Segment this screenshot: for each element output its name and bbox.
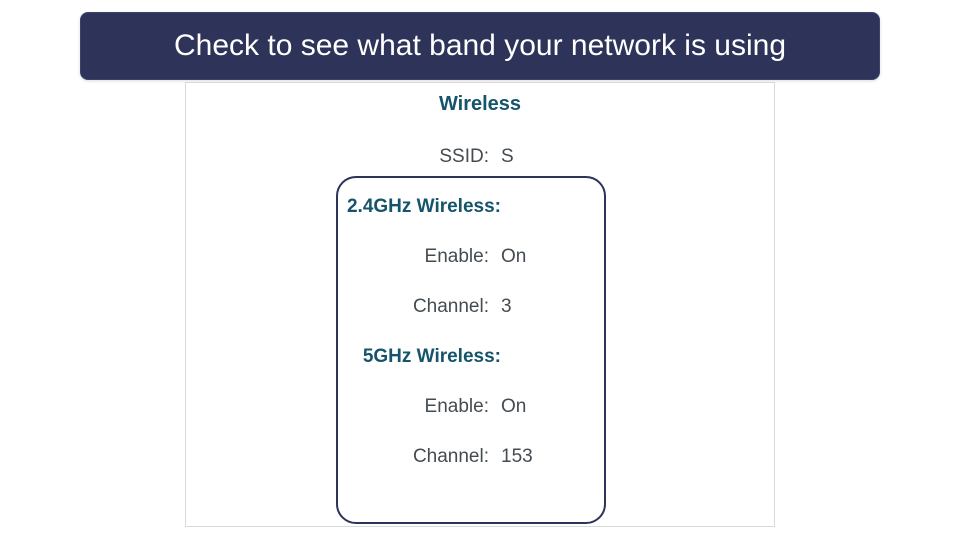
band5-title-row: 5GHz Wireless: xyxy=(186,346,774,368)
ssid-value: S xyxy=(501,146,514,168)
band24-channel-value: 3 xyxy=(501,296,512,318)
wireless-settings-panel: Wireless SSID: S 2.4GHz Wireless: Enable… xyxy=(185,82,775,527)
band5-channel-value: 153 xyxy=(501,446,533,468)
band5-enable-value: On xyxy=(501,396,526,418)
band24-enable-value: On xyxy=(501,246,526,268)
instruction-text: Check to see what band your network is u… xyxy=(174,29,786,62)
band24-channel-label: Channel: xyxy=(186,296,501,318)
ssid-label: SSID: xyxy=(186,146,501,168)
band24-title: 2.4GHz Wireless: xyxy=(186,196,501,218)
band24-channel-row: Channel: 3 xyxy=(186,296,774,318)
wireless-section-title: Wireless xyxy=(186,93,774,116)
ssid-row: SSID: S xyxy=(186,146,774,168)
band24-title-row: 2.4GHz Wireless: xyxy=(186,196,774,218)
band5-enable-label: Enable: xyxy=(186,396,501,418)
band24-enable-row: Enable: On xyxy=(186,246,774,268)
band24-enable-label: Enable: xyxy=(186,246,501,268)
instruction-banner: Check to see what band your network is u… xyxy=(80,12,880,80)
band5-enable-row: Enable: On xyxy=(186,396,774,418)
band5-title: 5GHz Wireless: xyxy=(186,346,501,368)
band5-channel-row: Channel: 153 xyxy=(186,446,774,468)
band5-channel-label: Channel: xyxy=(186,446,501,468)
